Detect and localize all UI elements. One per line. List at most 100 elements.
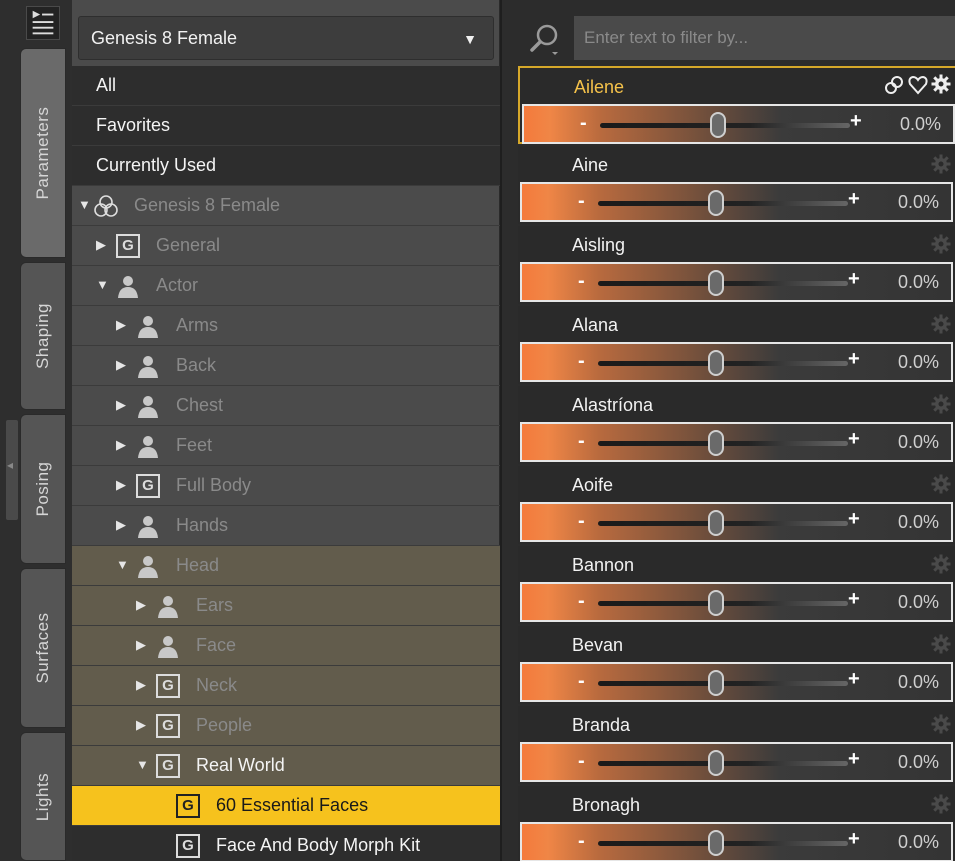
tree-item-actor[interactable]: ▼ Actor [72, 266, 500, 306]
parameter-slider[interactable]: - +0.0% [520, 182, 953, 222]
tree-item-chest[interactable]: ▶ Chest [72, 386, 500, 426]
increment-button[interactable]: + [848, 588, 860, 611]
increment-button[interactable]: + [850, 110, 862, 133]
tree-item-real-world[interactable]: ▼ G Real World [72, 746, 500, 786]
collapsed-arrow-icon[interactable]: ▶ [96, 237, 106, 253]
slider-knob[interactable] [708, 510, 724, 536]
expanded-arrow-icon[interactable]: ▼ [116, 557, 129, 572]
tree-item-neck[interactable]: ▶ G Neck [72, 666, 500, 706]
collapsed-arrow-icon[interactable]: ▶ [116, 517, 126, 533]
tree-item-genesis-8-female[interactable]: ▼ Genesis 8 Female [72, 186, 500, 226]
collapsed-arrow-icon[interactable]: ▶ [116, 477, 126, 493]
parameter-slider[interactable]: - +0.0% [520, 742, 953, 782]
parameter-row[interactable]: Bronagh - +0.0% [518, 786, 955, 861]
slider-knob[interactable] [708, 670, 724, 696]
tree-item-people[interactable]: ▶ G People [72, 706, 500, 746]
slider-knob[interactable] [708, 590, 724, 616]
pane-menu-button[interactable] [26, 6, 60, 40]
tree-item-face-and-body-morph-kit[interactable]: G Face And Body Morph Kit [72, 826, 500, 861]
link-icon[interactable] [883, 74, 905, 96]
expanded-arrow-icon[interactable]: ▼ [96, 277, 109, 292]
increment-button[interactable]: + [848, 348, 860, 371]
increment-button[interactable]: + [848, 428, 860, 451]
increment-button[interactable]: + [848, 828, 860, 851]
collapsed-arrow-icon[interactable]: ▶ [136, 597, 146, 613]
tab-parameters[interactable]: Parameters [20, 48, 66, 258]
parameter-slider[interactable]: - +0.0% [522, 104, 955, 144]
collapsed-arrow-icon[interactable]: ▶ [136, 677, 146, 693]
tree-item-head[interactable]: ▼ Head [72, 546, 500, 586]
gear-icon[interactable] [931, 74, 953, 96]
expanded-arrow-icon[interactable]: ▼ [136, 757, 149, 772]
gear-icon[interactable] [931, 394, 951, 414]
tree-item-hands[interactable]: ▶ Hands [72, 506, 500, 546]
increment-button[interactable]: + [848, 188, 860, 211]
slider-knob[interactable] [708, 830, 724, 856]
decrement-button[interactable]: - [578, 190, 585, 213]
parameter-value[interactable]: 0.0% [898, 352, 939, 373]
parameter-value[interactable]: 0.0% [898, 592, 939, 613]
decrement-button[interactable]: - [578, 830, 585, 853]
tab-surfaces[interactable]: Surfaces [20, 568, 66, 728]
gear-icon[interactable] [931, 634, 951, 654]
parameter-value[interactable]: 0.0% [898, 832, 939, 853]
decrement-button[interactable]: - [580, 112, 587, 135]
slider-knob[interactable] [708, 350, 724, 376]
tab-posing[interactable]: Posing [20, 414, 66, 564]
decrement-button[interactable]: - [578, 430, 585, 453]
figure-selector-dropdown[interactable]: Genesis 8 Female ▼ [78, 16, 494, 60]
tree-item-full-body[interactable]: ▶ G Full Body [72, 466, 500, 506]
parameter-slider[interactable]: - +0.0% [520, 662, 953, 702]
collapsed-arrow-icon[interactable]: ▶ [136, 717, 146, 733]
decrement-button[interactable]: - [578, 270, 585, 293]
gear-icon[interactable] [931, 234, 951, 254]
tree-item-back[interactable]: ▶ Back [72, 346, 500, 386]
tab-lights[interactable]: Lights [20, 732, 66, 861]
decrement-button[interactable]: - [578, 510, 585, 533]
parameter-slider[interactable]: - +0.0% [520, 822, 953, 861]
expanded-arrow-icon[interactable]: ▼ [78, 197, 91, 212]
increment-button[interactable]: + [848, 268, 860, 291]
tree-item-arms[interactable]: ▶ Arms [72, 306, 500, 346]
slider-knob[interactable] [710, 112, 726, 138]
decrement-button[interactable]: - [578, 590, 585, 613]
tree-item-60-essential-faces[interactable]: G 60 Essential Faces [72, 786, 500, 826]
parameter-row[interactable]: Alana - +0.0% [518, 306, 955, 384]
increment-button[interactable]: + [848, 668, 860, 691]
parameter-row[interactable]: Branda - +0.0% [518, 706, 955, 784]
parameter-slider[interactable]: - +0.0% [520, 502, 953, 542]
tree-item-favorites[interactable]: Favorites [72, 106, 500, 146]
filter-input[interactable] [574, 16, 955, 60]
gear-icon[interactable] [931, 154, 951, 174]
collapsed-arrow-icon[interactable]: ▶ [116, 357, 126, 373]
parameter-value[interactable]: 0.0% [898, 672, 939, 693]
collapsed-arrow-icon[interactable]: ▶ [136, 637, 146, 653]
gear-icon[interactable] [931, 794, 951, 814]
collapse-handle[interactable]: ◂ [6, 420, 18, 520]
increment-button[interactable]: + [848, 508, 860, 531]
gear-icon[interactable] [931, 474, 951, 494]
slider-knob[interactable] [708, 190, 724, 216]
gear-icon[interactable] [931, 714, 951, 734]
slider-knob[interactable] [708, 750, 724, 776]
tree-item-feet[interactable]: ▶ Feet [72, 426, 500, 466]
parameter-row[interactable]: Aoife - +0.0% [518, 466, 955, 544]
gear-icon[interactable] [931, 554, 951, 574]
collapsed-arrow-icon[interactable]: ▶ [116, 317, 126, 333]
parameter-slider[interactable]: - +0.0% [520, 422, 953, 462]
parameter-value[interactable]: 0.0% [898, 752, 939, 773]
parameter-row[interactable]: Aine - +0.0% [518, 146, 955, 224]
tree-item-ears[interactable]: ▶ Ears [72, 586, 500, 626]
collapsed-arrow-icon[interactable]: ▶ [116, 397, 126, 413]
parameter-row[interactable]: Bannon - +0.0% [518, 546, 955, 624]
decrement-button[interactable]: - [578, 350, 585, 373]
parameter-row[interactable]: Aisling - +0.0% [518, 226, 955, 304]
parameter-slider[interactable]: - +0.0% [520, 342, 953, 382]
parameter-slider[interactable]: - +0.0% [520, 582, 953, 622]
favorite-heart-icon[interactable] [907, 74, 929, 96]
parameter-row[interactable]: Alastríona - +0.0% [518, 386, 955, 464]
slider-knob[interactable] [708, 430, 724, 456]
parameter-value[interactable]: 0.0% [898, 192, 939, 213]
gear-icon[interactable] [931, 314, 951, 334]
decrement-button[interactable]: - [578, 750, 585, 773]
